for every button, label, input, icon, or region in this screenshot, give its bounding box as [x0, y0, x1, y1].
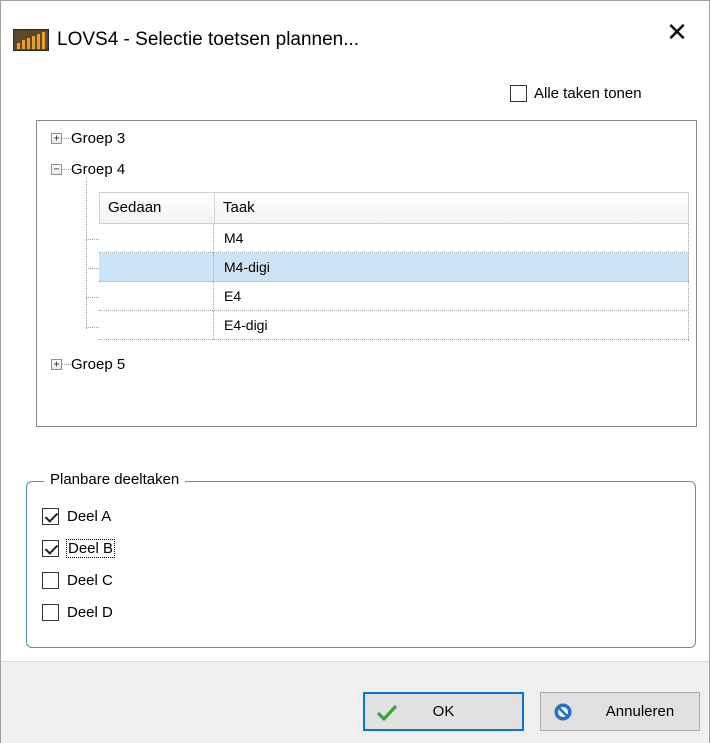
column-header-taak[interactable]: Taak [215, 193, 688, 223]
show-all-tasks-checkbox[interactable]: Alle taken tonen [510, 85, 642, 102]
cancel-button[interactable]: Annuleren [540, 692, 700, 731]
column-header-gedaan[interactable]: Gedaan [100, 193, 215, 223]
task-name-cell: M4-digi [224, 259, 270, 275]
button-bar: OK Annuleren [1, 661, 709, 743]
task-row[interactable]: E4 [99, 282, 689, 311]
expand-groep-3-icon[interactable]: + [51, 133, 62, 144]
task-name-cell: M4 [224, 230, 244, 246]
tree-connector [86, 178, 87, 329]
subtask-checkbox[interactable] [42, 572, 59, 589]
group-tree[interactable]: + Groep 3 − Groep 4 Gedaan Taak M4 M4-di… [36, 120, 697, 427]
subtask-deel-c[interactable]: Deel C [42, 572, 113, 589]
window-title: LOVS4 - Selectie toetsen plannen... [57, 29, 360, 50]
task-done-cell [99, 282, 214, 311]
task-done-cell [99, 224, 214, 253]
subtask-label: Deel B [65, 539, 116, 558]
app-chart-icon [13, 29, 49, 51]
tree-node-groep-4[interactable]: Groep 4 [71, 161, 125, 178]
tree-connector [86, 327, 99, 328]
tree-connector [61, 364, 71, 365]
task-name-cell: E4 [224, 288, 242, 304]
subtask-label: Deel D [67, 604, 113, 621]
show-all-tasks-label: Alle taken tonen [534, 85, 642, 102]
subtask-checkbox[interactable] [42, 540, 59, 557]
task-row[interactable]: E4-digi [99, 311, 689, 340]
tree-connector [86, 268, 99, 269]
subtask-deel-b[interactable]: Deel B [42, 539, 116, 558]
tree-node-groep-5[interactable]: Groep 5 [71, 356, 125, 373]
task-done-cell [99, 253, 214, 282]
task-row[interactable]: M4 [99, 224, 689, 253]
cancel-button-label: Annuleren [605, 703, 675, 720]
tree-connector [61, 138, 71, 139]
close-icon: ✕ [666, 16, 688, 47]
subtasks-title: Planbare deeltaken [44, 471, 186, 488]
collapse-groep-4-icon[interactable]: − [51, 164, 62, 175]
title-bar: LOVS4 - Selectie toetsen plannen... ✕ [1, 1, 709, 63]
task-name-cell: E4-digi [224, 317, 268, 333]
tree-connector [86, 239, 99, 240]
grid-border [688, 224, 689, 341]
ok-button[interactable]: OK [363, 692, 524, 731]
task-done-cell [99, 311, 214, 340]
subtask-checkbox[interactable] [42, 508, 59, 525]
show-all-tasks-box[interactable] [510, 85, 527, 102]
dialog-window: LOVS4 - Selectie toetsen plannen... ✕ Al… [0, 0, 710, 743]
subtask-label: Deel A [67, 508, 112, 525]
task-row[interactable]: M4-digi [99, 253, 689, 282]
subtask-checkbox[interactable] [42, 604, 59, 621]
subtask-deel-d[interactable]: Deel D [42, 604, 113, 621]
close-button[interactable]: ✕ [645, 1, 709, 63]
subtask-label: Deel C [67, 572, 113, 589]
tree-node-groep-3[interactable]: Groep 3 [71, 130, 125, 147]
ok-button-label: OK [432, 703, 455, 720]
tree-connector [86, 297, 99, 298]
task-grid-header: Gedaan Taak [99, 192, 689, 224]
expand-groep-5-icon[interactable]: + [51, 359, 62, 370]
tree-connector [61, 169, 71, 170]
subtask-deel-a[interactable]: Deel A [42, 508, 111, 525]
subtasks-groupbox: Planbare deeltaken Deel A Deel B Deel C … [26, 471, 696, 648]
